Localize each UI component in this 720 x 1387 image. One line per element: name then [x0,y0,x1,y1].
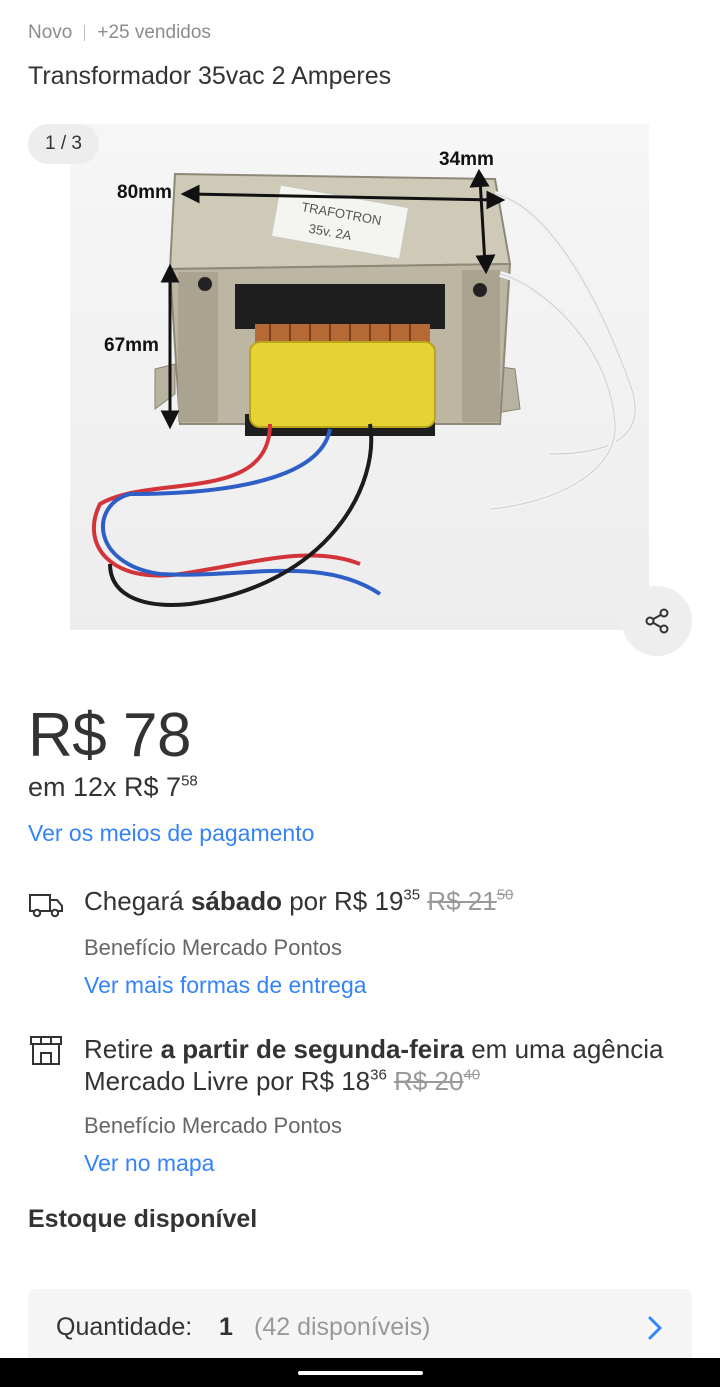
home-indicator[interactable] [298,1371,423,1375]
delivery-benefit: Benefício Mercado Pontos [84,935,343,960]
system-navigation-bar [0,1358,720,1387]
delivery-day: sábado [190,886,282,916]
condition-label: Novo [28,22,73,43]
image-gallery[interactable]: TRAFOTRON 35v. 2A 80mm 34mm 67mm 1 / 3 [0,124,720,656]
pickup-text-line1: Retire a partir de segunda-feira em uma … [84,1034,663,1065]
pickup-text-line2: Mercado Livre por R$ 1836 R$ 2040 [84,1066,480,1097]
quantity-selector[interactable]: Quantidade: 1 (42 disponíveis) [28,1289,692,1365]
product-title: Transformador 35vac 2 Amperes [28,62,392,90]
dimension-depth: 34mm [439,149,494,170]
quantity-value: 1 [219,1313,233,1341]
pickup-map-link[interactable]: Ver no mapa [84,1150,214,1177]
installments-cents: 58 [181,772,198,790]
payment-methods-link[interactable]: Ver os meios de pagamento [28,820,314,847]
stock-status: Estoque disponível [28,1205,258,1233]
pickup-price-cents: 36 [370,1066,387,1084]
item-meta: Novo +25 vendidos [28,22,211,44]
dimension-width: 80mm [117,182,172,203]
pickup-old-price: R$ 20 [394,1066,464,1096]
delivery-old-price: R$ 21 [427,886,497,916]
quantity-available: (42 disponíveis) [254,1313,431,1341]
transformer-image: TRAFOTRON 35v. 2A 80mm 34mm 67mm [92,149,639,607]
delivery-price-cents: 35 [403,886,421,904]
dimension-height: 67mm [104,335,159,356]
share-button[interactable] [622,586,692,656]
pickup-benefit: Benefício Mercado Pontos [84,1113,343,1138]
delivery-prefix: Chegará [84,886,191,916]
pickup-day: a partir de segunda-feira [160,1034,464,1064]
share-icon [645,608,669,634]
installments-text: em 12x R$ 7 [28,772,182,802]
chevron-right-icon [648,1316,662,1340]
product-photo[interactable]: TRAFOTRON 35v. 2A 80mm 34mm 67mm [70,124,649,630]
pickup-price: Mercado Livre por R$ 18 [84,1066,371,1096]
delivery-old-price-cents: 50 [496,886,514,904]
pickup-prefix: Retire [84,1034,161,1064]
price: R$ 78 [28,701,191,770]
pickup-suffix: em uma agência [464,1034,664,1064]
meta-divider [84,25,86,41]
truck-icon [29,894,63,918]
quantity-label: Quantidade: [56,1313,193,1341]
store-icon [30,1036,62,1065]
pickup-old-price-cents: 40 [463,1066,481,1084]
installments: em 12x R$ 758 [28,772,198,803]
image-counter: 1 / 3 [28,124,99,164]
delivery-text: Chegará sábado por R$ 1935 R$ 2150 [84,886,513,917]
sold-count: +25 vendidos [97,22,211,43]
delivery-more-link[interactable]: Ver mais formas de entrega [84,972,367,999]
delivery-price: por R$ 19 [282,886,404,916]
